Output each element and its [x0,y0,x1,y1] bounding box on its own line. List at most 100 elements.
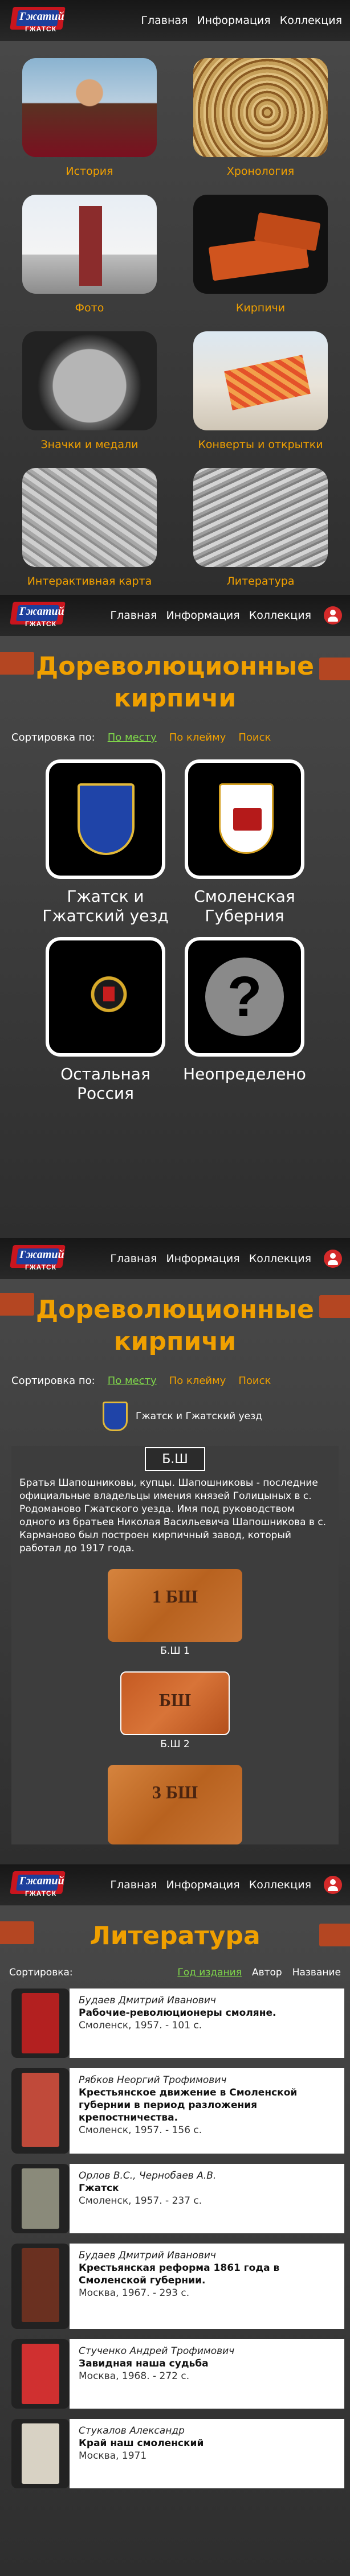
russian-eagle-icon[interactable] [46,937,165,1057]
nav-link-home[interactable]: Главная [110,1879,157,1891]
site-logo[interactable]: Гжатий ГЖАТСК [8,3,67,38]
logo-text: Гжатий [19,605,64,618]
search-link[interactable]: Поиск [238,1375,271,1387]
region-name[interactable]: Гжатск и Гжатский уезд [42,887,169,926]
tile-literature[interactable]: Литература [184,468,337,587]
tile-medals[interactable]: Значки и медали [13,331,166,451]
search-link[interactable]: Поиск [238,732,271,743]
tile-label[interactable]: Значки и медали [40,438,138,451]
book-title[interactable]: Крестьянская реформа 1861 года в Смоленс… [79,2262,335,2287]
tile-chronology[interactable]: Хронология [184,58,337,178]
book-publication: Смоленск, 1957. - 156 с. [79,2125,202,2136]
nav-link-collection[interactable]: Коллекция [249,609,311,622]
book-item[interactable]: Будаев Дмитрий Иванович Крестьянская реф… [11,2244,344,2329]
tile-label[interactable]: История [66,165,113,178]
book-item[interactable]: Орлов В.С., Чернобаев А.В. Гжатск Смолен… [11,2164,344,2233]
literature-image[interactable] [193,468,328,567]
logo-text: Гжатий [19,10,64,23]
tile-envelopes[interactable]: Конверты и открытки [184,331,337,451]
tile-label[interactable]: Литература [226,575,294,587]
photo-image[interactable] [22,195,157,294]
sort-by-stamp[interactable]: По клейму [169,1375,226,1387]
chronology-image[interactable] [193,58,328,157]
region-other-russia[interactable]: Остальная Россия [42,937,169,1103]
nav-link-home[interactable]: Главная [141,14,188,27]
tile-bricks[interactable]: Кирпичи [184,195,337,314]
region-breadcrumb[interactable]: Гжатск и Гжатский уезд [0,1402,350,1431]
book-title[interactable]: Завидная наша судьба [79,2357,335,2370]
nav-link-collection[interactable]: Коллекция [280,14,342,27]
nav-link-info[interactable]: Информация [166,609,239,622]
breadcrumb-label[interactable]: Гжатск и Гжатский уезд [136,1411,262,1422]
literature-screen: Гжатий ГЖАТСК Главная Информация Коллекц… [0,1864,350,2576]
book-cover[interactable] [11,2419,70,2488]
region-name[interactable]: Смоленская Губерния [181,887,308,926]
brick-stamp: 1 БШ [152,1586,198,1607]
bricks-image[interactable] [193,195,328,294]
tile-label[interactable]: Конверты и открытки [198,438,323,451]
sort-by-year[interactable]: Год издания [177,1967,242,1978]
tile-label[interactable]: Интерактивная карта [27,575,152,587]
user-icon[interactable] [324,1250,342,1268]
site-logo[interactable]: Гжатий ГЖАТСК [8,598,67,632]
sort-by-author[interactable]: Автор [252,1967,282,1978]
book-item[interactable]: Стукалов Александр Край наш смоленский М… [11,2419,344,2488]
nav-link-home[interactable]: Главная [110,609,157,622]
book-title[interactable]: Рабочие-революционеры смоляне. [79,2007,335,2019]
book-author: Орлов В.С., Чернобаев А.В. [79,2170,217,2181]
book-item[interactable]: Стученко Андрей Трофимович Завидная наша… [11,2339,344,2409]
book-cover[interactable] [11,2068,70,2154]
logo-subtext: ГЖАТСК [25,1263,57,1271]
history-image[interactable] [22,58,157,157]
sort-by-title[interactable]: Название [292,1967,341,1978]
region-name[interactable]: Неопределено [183,1065,306,1084]
envelopes-image[interactable] [193,331,328,430]
nav-link-info[interactable]: Информация [197,14,270,27]
home-tile-grid: История Хронология Фото Кирпичи Значки и… [0,41,350,587]
medal-image[interactable] [22,331,157,430]
book-cover[interactable] [11,2244,70,2329]
logo-subtext: ГЖАТСК [25,1889,57,1897]
nav-link-home[interactable]: Главная [110,1252,157,1265]
brick-photo[interactable]: 1 БШ [108,1569,242,1642]
brick-photo[interactable]: БШ [120,1671,230,1735]
book-cover[interactable] [11,1989,70,2058]
book-title[interactable]: Крестьянское движение в Смоленской губер… [79,2086,335,2124]
user-icon[interactable] [324,606,342,625]
smolensk-coat-of-arms-icon[interactable] [185,759,304,879]
book-item[interactable]: Рябков Неоргий Трофимович Крестьянское д… [11,2068,344,2154]
tile-history[interactable]: История [13,58,166,178]
tile-interactive-map[interactable]: Интерактивная карта [13,468,166,587]
sort-by-stamp[interactable]: По клейму [169,732,226,743]
user-icon[interactable] [324,1876,342,1894]
question-mark-icon[interactable]: ? [185,937,304,1057]
book-author: Стученко Андрей Трофимович [79,2345,235,2357]
bricks-detail-screen: Гжатий ГЖАТСК Главная Информация Коллекц… [0,1238,350,1864]
brick-photo[interactable]: 3 БШ [108,1765,242,1844]
book-title[interactable]: Гжатск [79,2182,335,2195]
tile-label[interactable]: Хронология [227,165,294,178]
region-gzhatsk[interactable]: Гжатск и Гжатский уезд [42,759,169,926]
book-publication: Смоленск, 1957. - 237 с. [79,2195,202,2207]
map-image[interactable] [22,468,157,567]
nav-link-collection[interactable]: Коллекция [249,1252,311,1265]
sort-by-place[interactable]: По месту [108,732,157,743]
site-logo[interactable]: Гжатий ГЖАТСК [8,1868,67,1902]
region-smolensk[interactable]: Смоленская Губерния [181,759,308,926]
sort-by-place[interactable]: По месту [108,1375,157,1387]
tile-label[interactable]: Фото [75,302,104,314]
book-cover[interactable] [11,2164,70,2233]
region-undefined[interactable]: ? Неопределено [181,937,308,1103]
book-cover[interactable] [11,2339,70,2409]
gzhatsk-coat-of-arms-icon[interactable] [46,759,165,879]
region-grid: Гжатск и Гжатский уезд Смоленская Губерн… [0,759,350,1103]
region-name[interactable]: Остальная Россия [42,1065,169,1103]
book-item[interactable]: Будаев Дмитрий Иванович Рабочие-революци… [11,1989,344,2058]
book-title[interactable]: Край наш смоленский [79,2437,335,2450]
nav-link-info[interactable]: Информация [166,1879,239,1891]
tile-photo[interactable]: Фото [13,195,166,314]
nav-link-collection[interactable]: Коллекция [249,1879,311,1891]
tile-label[interactable]: Кирпичи [236,302,285,314]
site-logo[interactable]: Гжатий ГЖАТСК [8,1242,67,1276]
nav-link-info[interactable]: Информация [166,1252,239,1265]
